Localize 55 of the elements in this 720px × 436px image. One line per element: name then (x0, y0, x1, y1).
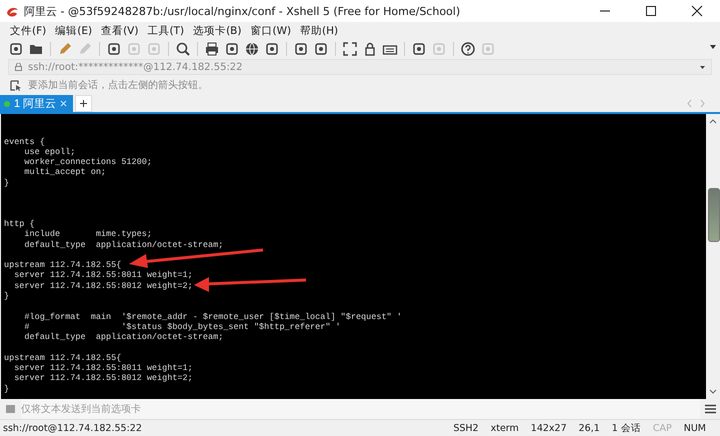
menu-icon[interactable] (705, 404, 716, 414)
plus-icon (80, 100, 88, 107)
menu-item[interactable]: 工具(T) (147, 24, 184, 38)
terminal[interactable] (1, 114, 706, 399)
terminal-line: # '$status $body_bytes_sent "$http_referer" ' (23, 322, 341, 332)
terminal-line: } (4, 291, 10, 302)
arrow-icon[interactable] (10, 80, 22, 90)
session-tab[interactable]: 1 阿里云 (0, 95, 74, 112)
scroll-down-icon[interactable] (709, 389, 717, 395)
terminal-line: use epoll; (23, 146, 76, 158)
menu-item[interactable]: 帮助(H) (300, 24, 338, 38)
terminal-line: #log_format main '$remote_addr - $remote_user [$time_local] "$request" ' (23, 312, 402, 322)
status-item: 142x27 (530, 422, 567, 434)
pencil-icon[interactable] (57, 41, 73, 57)
terminal-line: upstream 112.74.182.55{ (4, 352, 122, 364)
menu-item[interactable]: 查看(V) (101, 24, 138, 38)
caret-icon[interactable] (700, 66, 705, 68)
globe-icon[interactable] (244, 41, 260, 57)
terminal-line: server 112.74.182.55:8012 weight=2; (13, 373, 193, 384)
terminal-line: default_type application/octet-stream; (23, 240, 224, 250)
scroll-up-icon[interactable] (709, 118, 717, 124)
overflow-icon[interactable] (710, 45, 716, 49)
search-icon[interactable] (175, 41, 191, 57)
terminal-line: } (4, 384, 10, 394)
status-item: 1 会话 (612, 422, 641, 434)
status-item: NUM (684, 422, 706, 434)
menu-item[interactable]: 文件(F) (10, 24, 46, 38)
fullscreen-icon[interactable] (342, 41, 358, 57)
status-item: 26,1 (578, 422, 600, 434)
status-item: xterm (490, 422, 519, 434)
menu-item[interactable]: 窗口(W) (250, 24, 292, 38)
compose-field[interactable]: 仅将文本发送到当前选项卡 (21, 399, 700, 419)
terminal-line: worker_connections 51200; (23, 157, 152, 168)
connection-text: ssh://root@112.74.182.55:22 (3, 422, 143, 434)
new-session-icon[interactable] (8, 41, 24, 57)
scroll-thumb[interactable] (708, 188, 720, 242)
new-tab-button[interactable] (75, 95, 92, 112)
terminal-line: default_type application/octet-stream; (23, 332, 224, 343)
terminal-line: include mime.types; (23, 229, 152, 240)
menu-item[interactable]: 编辑(E) (55, 24, 92, 38)
hint-text: 要添加当前会话，点击左侧的箭头按钮。 (28, 78, 208, 92)
help-icon[interactable] (460, 41, 476, 57)
terminal-line: server 112.74.182.55:8011 weight=1; (13, 270, 193, 281)
terminal-line: multi_accept on; (23, 167, 106, 178)
terminal-line: events { (4, 136, 45, 147)
window-title: 阿里云 - @53f59248287b:/usr/local/nginx/conf - Xshell 5 (Free for Home/School) (24, 4, 462, 18)
terminal-line: http { (4, 218, 35, 230)
menu-item[interactable]: 选项卡(B) (193, 24, 242, 38)
terminal-line: } (4, 178, 10, 188)
status-item: SSH2 (453, 422, 479, 434)
status-item: CAP (652, 422, 672, 434)
terminal-line: server 112.74.182.55:8012 weight=2; (13, 280, 193, 292)
printer-icon[interactable] (204, 41, 220, 57)
terminal-line: upstream 112.74.182.55{ (4, 260, 122, 270)
terminal-line: server 112.74.182.55:8011 weight=1; (13, 363, 193, 374)
